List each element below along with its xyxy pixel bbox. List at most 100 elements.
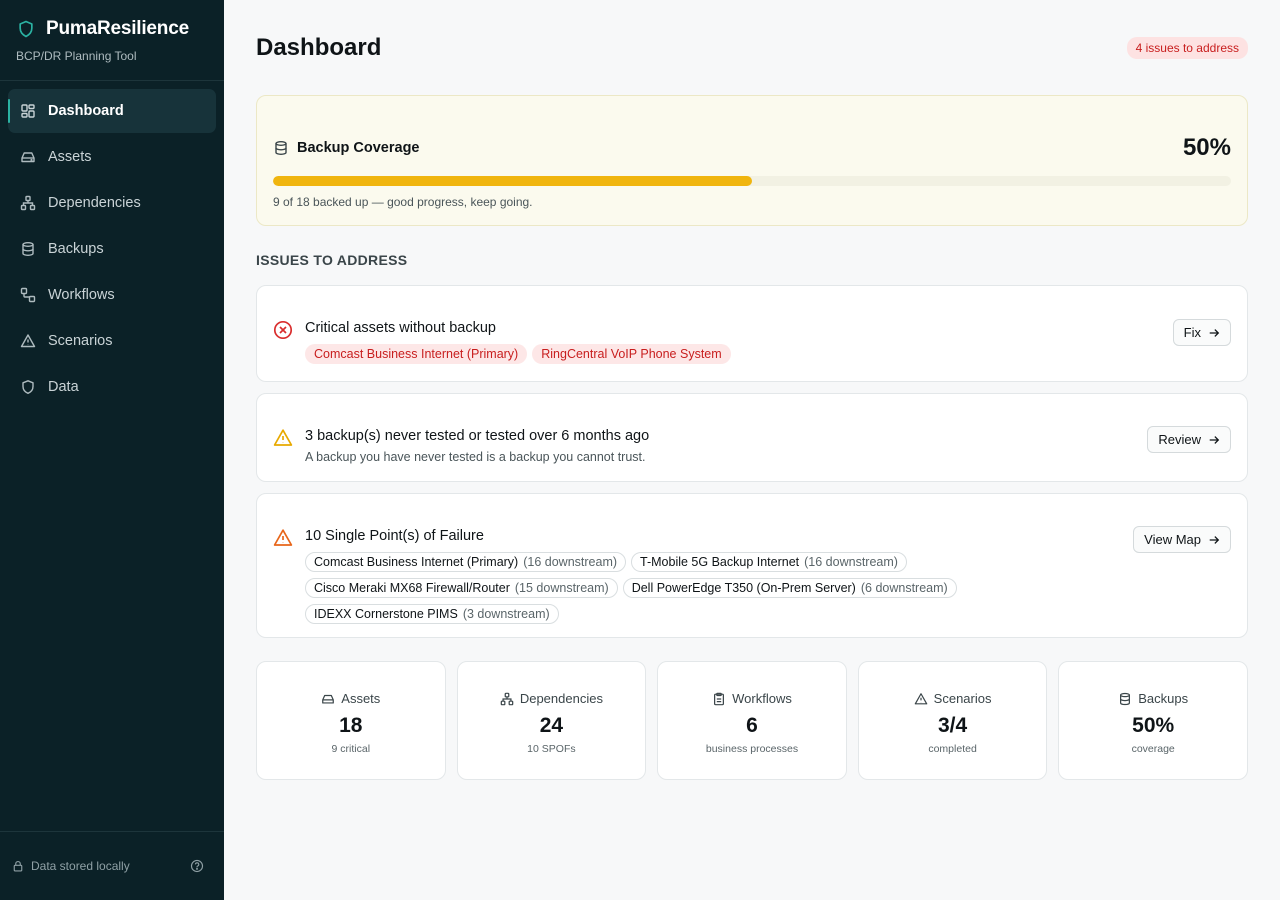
arrow-right-icon [1208, 534, 1220, 546]
warning-icon [273, 528, 293, 548]
summary-stats: Assets 18 9 critical Dependencies 24 10 … [256, 661, 1248, 780]
spof-downstream-count: (6 downstream) [860, 581, 948, 595]
shield-icon [20, 379, 36, 395]
stat-value: 3/4 [937, 714, 968, 737]
spof-tag[interactable]: Comcast Business Internet (Primary) (16 d… [305, 552, 627, 572]
sidebar-item-label: Scenarios [48, 333, 113, 349]
hard-drive-icon [20, 149, 36, 165]
coverage-note: 9 of 18 backed up — good progress, keep … [273, 195, 533, 209]
brand-name: PumaResilience [46, 18, 189, 39]
stat-subtext: completed [928, 743, 977, 755]
brand-subtitle: BCP/DR Planning Tool [16, 49, 137, 63]
stat-card-scenarios[interactable]: Scenarios 3/4 completed [857, 661, 1048, 780]
lock-icon [12, 860, 24, 872]
spof-name: IDEXX Cornerstone PIMS [314, 607, 458, 621]
stat-value: 18 [339, 714, 363, 737]
sidebar-item-dependencies[interactable]: Dependencies [8, 181, 216, 225]
fix-button[interactable]: Fix [1172, 319, 1231, 346]
page-title: Dashboard [256, 33, 382, 61]
view-map-button-label: View Map [1144, 532, 1201, 547]
sidebar-nav: Dashboard Assets Dependencies Backups Wo… [0, 81, 224, 409]
spof-name: Cisco Meraki MX68 Firewall/Router [314, 581, 510, 595]
sidebar-item-data[interactable]: Data [8, 365, 216, 409]
issue-critical-no-backup: Critical assets without backup Comcast B… [256, 285, 1248, 382]
sidebar-footer: Data stored locally [0, 831, 224, 900]
spof-tag[interactable]: T-Mobile 5G Backup Internet (16 downstrea… [631, 552, 907, 572]
stat-subtext: 9 critical [331, 743, 371, 755]
spof-name: Comcast Business Internet (Primary) [314, 555, 519, 569]
issue-title: 10 Single Point(s) of Failure [305, 528, 484, 544]
issue-single-points-of-failure: 10 Single Point(s) of Failure Comcast Bu… [256, 493, 1248, 638]
spof-downstream-count: (16 downstream) [523, 555, 618, 569]
spof-tags: Comcast Business Internet (Primary) (16 d… [305, 552, 985, 624]
storage-status: Data stored locally [31, 859, 130, 873]
sidebar-item-label: Backups [48, 241, 104, 257]
stat-card-backups[interactable]: Backups 50% coverage [1058, 661, 1248, 780]
sidebar: PumaResilience BCP/DR Planning Tool Dash… [0, 0, 224, 900]
sidebar-item-label: Data [48, 379, 79, 395]
stat-label: Workflows [732, 691, 792, 706]
sidebar-item-label: Dashboard [48, 103, 124, 119]
issue-title: 3 backup(s) never tested or tested over … [305, 428, 650, 444]
critical-asset-tags: Comcast Business Internet (Primary) Ring… [305, 344, 1005, 364]
page-header: Dashboard 4 issues to address [256, 0, 1248, 95]
clipboard-icon [712, 692, 726, 706]
sidebar-item-dashboard[interactable]: Dashboard [8, 89, 216, 133]
issue-untested-backups: 3 backup(s) never tested or tested over … [256, 393, 1248, 482]
sidebar-item-label: Workflows [48, 287, 115, 303]
warning-icon [20, 333, 36, 349]
database-icon [273, 140, 289, 156]
issues-section-label: ISSUES TO ADDRESS [256, 252, 408, 268]
workflow-icon [20, 287, 36, 303]
database-icon [1118, 692, 1132, 706]
spof-tag[interactable]: IDEXX Cornerstone PIMS (3 downstream) [305, 604, 559, 624]
stat-value: 50% [1132, 714, 1175, 737]
stat-card-workflows[interactable]: Workflows 6 business processes [657, 661, 847, 780]
spof-downstream-count: (15 downstream) [514, 581, 609, 595]
stat-card-assets[interactable]: Assets 18 9 critical [256, 661, 446, 780]
coverage-percent: 50% [1182, 134, 1231, 161]
spof-name: T-Mobile 5G Backup Internet [640, 555, 800, 569]
sidebar-item-label: Dependencies [48, 195, 141, 211]
database-icon [20, 241, 36, 257]
review-button[interactable]: Review [1147, 426, 1231, 453]
spof-tag[interactable]: Dell PowerEdge T350 (On-Prem Server) (6 d… [622, 578, 957, 598]
sidebar-item-workflows[interactable]: Workflows [8, 273, 216, 317]
view-map-button[interactable]: View Map [1133, 526, 1231, 553]
help-icon[interactable] [190, 859, 204, 873]
network-icon [500, 692, 514, 706]
sidebar-item-assets[interactable]: Assets [8, 135, 216, 179]
stat-label: Scenarios [933, 691, 992, 706]
arrow-right-icon [1208, 327, 1220, 339]
fix-button-label: Fix [1183, 325, 1201, 340]
sidebar-item-backups[interactable]: Backups [8, 227, 216, 271]
sidebar-item-label: Assets [48, 149, 92, 165]
warning-icon [273, 428, 293, 448]
stat-value: 6 [746, 714, 758, 737]
spof-tag[interactable]: Cisco Meraki MX68 Firewall/Router (15 dow… [305, 578, 618, 598]
stat-value: 24 [539, 714, 564, 737]
stat-subtext: business processes [705, 743, 799, 755]
stat-label: Backups [1138, 691, 1189, 706]
stat-label: Dependencies [519, 691, 603, 706]
coverage-progress-bar [273, 176, 1231, 186]
critical-asset-tag[interactable]: Comcast Business Internet (Primary) [305, 344, 528, 364]
main-content: Dashboard 4 issues to address Backup Cov… [256, 0, 1248, 780]
arrow-right-icon [1208, 434, 1220, 446]
dashboard-icon [20, 103, 36, 119]
critical-asset-tag[interactable]: RingCentral VoIP Phone System [532, 344, 731, 364]
spof-name: Dell PowerEdge T350 (On-Prem Server) [631, 581, 856, 595]
issues-count-badge: 4 issues to address [1126, 36, 1248, 59]
coverage-title: Backup Coverage [297, 140, 420, 156]
shield-logo-icon [16, 19, 36, 39]
warning-icon [914, 692, 928, 706]
spof-downstream-count: (16 downstream) [804, 555, 898, 569]
stat-label: Assets [341, 691, 381, 706]
sidebar-item-scenarios[interactable]: Scenarios [8, 319, 216, 363]
error-circle-icon [273, 320, 293, 340]
review-button-label: Review [1158, 432, 1201, 447]
backup-coverage-card: Backup Coverage 50% 9 of 18 backed up — … [256, 95, 1248, 226]
stat-card-dependencies[interactable]: Dependencies 24 10 SPOFs [456, 661, 647, 780]
brand: PumaResilience BCP/DR Planning Tool [0, 0, 224, 81]
issue-description: A backup you have never tested is a back… [305, 450, 646, 464]
